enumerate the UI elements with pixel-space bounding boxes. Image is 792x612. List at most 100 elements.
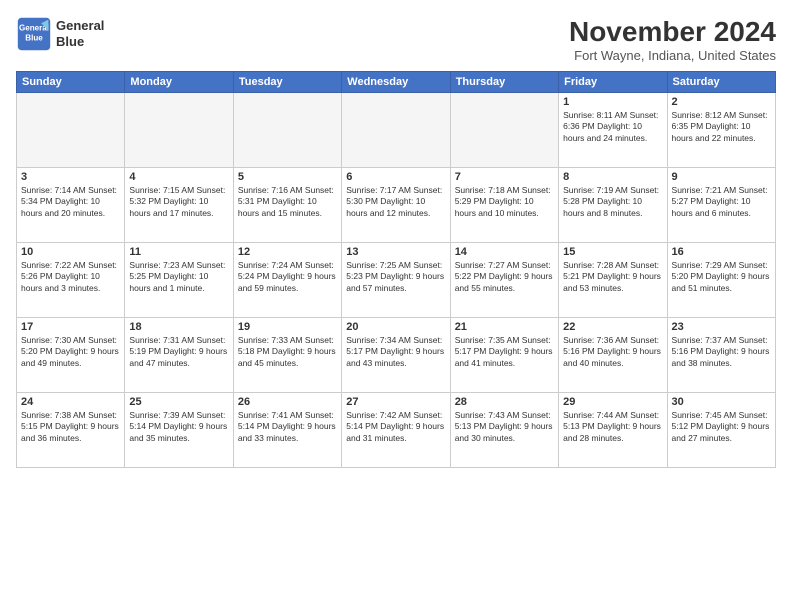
day-info: Sunrise: 7:37 AM Sunset: 5:16 PM Dayligh…	[672, 335, 771, 369]
calendar-cell: 12 Sunrise: 7:24 AM Sunset: 5:24 PM Dayli…	[233, 243, 341, 318]
day-number: 4	[129, 171, 228, 183]
calendar-cell: 17 Sunrise: 7:30 AM Sunset: 5:20 PM Dayli…	[17, 318, 125, 393]
svg-text:Blue: Blue	[25, 33, 43, 42]
calendar-cell: 6Sunrise: 7:17 AM Sunset: 5:30 PM Daylig…	[342, 168, 450, 243]
calendar-cell	[17, 93, 125, 168]
day-info: Sunrise: 7:34 AM Sunset: 5:17 PM Dayligh…	[346, 335, 445, 369]
calendar-cell: 16 Sunrise: 7:29 AM Sunset: 5:20 PM Dayli…	[667, 243, 775, 318]
day-number: 17	[21, 321, 120, 333]
day-number: 7	[455, 171, 554, 183]
calendar-body: 1 Sunrise: 8:11 AM Sunset: 6:36 PM Daylig…	[17, 93, 776, 468]
day-number: 29	[563, 396, 662, 408]
day-info: Sunrise: 7:14 AM Sunset: 5:34 PM Dayligh…	[21, 185, 120, 219]
weekday-tuesday: Tuesday	[233, 72, 341, 93]
calendar-cell: 8Sunrise: 7:19 AM Sunset: 5:28 PM Daylig…	[559, 168, 667, 243]
calendar-cell: 28 Sunrise: 7:43 AM Sunset: 5:13 PM Dayli…	[450, 393, 558, 468]
day-info: Sunrise: 7:25 AM Sunset: 5:23 PM Dayligh…	[346, 260, 445, 294]
calendar-cell: 23 Sunrise: 7:37 AM Sunset: 5:16 PM Dayli…	[667, 318, 775, 393]
day-info: Sunrise: 7:27 AM Sunset: 5:22 PM Dayligh…	[455, 260, 554, 294]
day-info: Sunrise: 7:29 AM Sunset: 5:20 PM Dayligh…	[672, 260, 771, 294]
week-row-3: 10 Sunrise: 7:22 AM Sunset: 5:26 PM Dayli…	[17, 243, 776, 318]
day-info: Sunrise: 8:11 AM Sunset: 6:36 PM Dayligh…	[563, 110, 662, 144]
calendar-cell: 11Sunrise: 7:23 AM Sunset: 5:25 PM Dayli…	[125, 243, 233, 318]
weekday-sunday: Sunday	[17, 72, 125, 93]
calendar-cell	[342, 93, 450, 168]
calendar-cell: 29Sunrise: 7:44 AM Sunset: 5:13 PM Dayli…	[559, 393, 667, 468]
calendar-cell: 7 Sunrise: 7:18 AM Sunset: 5:29 PM Daylig…	[450, 168, 558, 243]
day-info: Sunrise: 7:28 AM Sunset: 5:21 PM Dayligh…	[563, 260, 662, 294]
day-info: Sunrise: 7:33 AM Sunset: 5:18 PM Dayligh…	[238, 335, 337, 369]
calendar-cell	[233, 93, 341, 168]
calendar-cell: 18 Sunrise: 7:31 AM Sunset: 5:19 PM Dayli…	[125, 318, 233, 393]
weekday-wednesday: Wednesday	[342, 72, 450, 93]
day-info: Sunrise: 7:22 AM Sunset: 5:26 PM Dayligh…	[21, 260, 120, 294]
calendar-cell: 5 Sunrise: 7:16 AM Sunset: 5:31 PM Daylig…	[233, 168, 341, 243]
day-info: Sunrise: 7:18 AM Sunset: 5:29 PM Dayligh…	[455, 185, 554, 219]
location: Fort Wayne, Indiana, United States	[569, 48, 776, 63]
day-number: 15	[563, 246, 662, 258]
logo: General Blue General Blue	[16, 16, 104, 52]
day-number: 5	[238, 171, 337, 183]
day-number: 1	[563, 96, 662, 108]
title-block: November 2024 Fort Wayne, Indiana, Unite…	[569, 16, 776, 63]
day-info: Sunrise: 7:41 AM Sunset: 5:14 PM Dayligh…	[238, 410, 337, 444]
day-info: Sunrise: 7:23 AM Sunset: 5:25 PM Dayligh…	[129, 260, 228, 294]
calendar-cell: 10 Sunrise: 7:22 AM Sunset: 5:26 PM Dayli…	[17, 243, 125, 318]
day-info: Sunrise: 7:42 AM Sunset: 5:14 PM Dayligh…	[346, 410, 445, 444]
week-row-2: 3 Sunrise: 7:14 AM Sunset: 5:34 PM Daylig…	[17, 168, 776, 243]
day-number: 18	[129, 321, 228, 333]
day-number: 16	[672, 246, 771, 258]
day-number: 13	[346, 246, 445, 258]
day-info: Sunrise: 7:21 AM Sunset: 5:27 PM Dayligh…	[672, 185, 771, 219]
calendar-cell	[450, 93, 558, 168]
calendar-cell: 9 Sunrise: 7:21 AM Sunset: 5:27 PM Daylig…	[667, 168, 775, 243]
day-number: 25	[129, 396, 228, 408]
day-info: Sunrise: 7:43 AM Sunset: 5:13 PM Dayligh…	[455, 410, 554, 444]
day-number: 19	[238, 321, 337, 333]
calendar-cell: 3 Sunrise: 7:14 AM Sunset: 5:34 PM Daylig…	[17, 168, 125, 243]
day-info: Sunrise: 7:45 AM Sunset: 5:12 PM Dayligh…	[672, 410, 771, 444]
day-number: 27	[346, 396, 445, 408]
day-info: Sunrise: 7:39 AM Sunset: 5:14 PM Dayligh…	[129, 410, 228, 444]
calendar-cell: 25 Sunrise: 7:39 AM Sunset: 5:14 PM Dayli…	[125, 393, 233, 468]
calendar-cell: 20Sunrise: 7:34 AM Sunset: 5:17 PM Dayli…	[342, 318, 450, 393]
week-row-1: 1 Sunrise: 8:11 AM Sunset: 6:36 PM Daylig…	[17, 93, 776, 168]
day-number: 26	[238, 396, 337, 408]
day-number: 21	[455, 321, 554, 333]
calendar-cell: 15 Sunrise: 7:28 AM Sunset: 5:21 PM Dayli…	[559, 243, 667, 318]
day-number: 10	[21, 246, 120, 258]
day-info: Sunrise: 7:16 AM Sunset: 5:31 PM Dayligh…	[238, 185, 337, 219]
week-row-4: 17 Sunrise: 7:30 AM Sunset: 5:20 PM Dayli…	[17, 318, 776, 393]
day-info: Sunrise: 7:36 AM Sunset: 5:16 PM Dayligh…	[563, 335, 662, 369]
day-info: Sunrise: 7:35 AM Sunset: 5:17 PM Dayligh…	[455, 335, 554, 369]
day-info: Sunrise: 7:15 AM Sunset: 5:32 PM Dayligh…	[129, 185, 228, 219]
calendar-cell: 1 Sunrise: 8:11 AM Sunset: 6:36 PM Daylig…	[559, 93, 667, 168]
day-number: 23	[672, 321, 771, 333]
day-number: 28	[455, 396, 554, 408]
day-info: Sunrise: 7:31 AM Sunset: 5:19 PM Dayligh…	[129, 335, 228, 369]
calendar-cell: 13 Sunrise: 7:25 AM Sunset: 5:23 PM Dayli…	[342, 243, 450, 318]
calendar-cell: 4 Sunrise: 7:15 AM Sunset: 5:32 PM Daylig…	[125, 168, 233, 243]
header: General Blue General Blue November 2024 …	[16, 16, 776, 63]
day-info: Sunrise: 7:19 AM Sunset: 5:28 PM Dayligh…	[563, 185, 662, 219]
month-title: November 2024	[569, 16, 776, 48]
day-number: 3	[21, 171, 120, 183]
page: General Blue General Blue November 2024 …	[0, 0, 792, 612]
day-info: Sunrise: 7:30 AM Sunset: 5:20 PM Dayligh…	[21, 335, 120, 369]
weekday-monday: Monday	[125, 72, 233, 93]
calendar-cell: 24Sunrise: 7:38 AM Sunset: 5:15 PM Dayli…	[17, 393, 125, 468]
calendar-cell	[125, 93, 233, 168]
day-info: Sunrise: 8:12 AM Sunset: 6:35 PM Dayligh…	[672, 110, 771, 144]
day-info: Sunrise: 7:24 AM Sunset: 5:24 PM Dayligh…	[238, 260, 337, 294]
day-number: 12	[238, 246, 337, 258]
day-number: 30	[672, 396, 771, 408]
calendar-cell: 21 Sunrise: 7:35 AM Sunset: 5:17 PM Dayli…	[450, 318, 558, 393]
logo-text: General Blue	[56, 18, 104, 49]
day-number: 9	[672, 171, 771, 183]
calendar-cell: 27 Sunrise: 7:42 AM Sunset: 5:14 PM Dayli…	[342, 393, 450, 468]
weekday-friday: Friday	[559, 72, 667, 93]
weekday-header: SundayMondayTuesdayWednesdayThursdayFrid…	[17, 72, 776, 93]
day-number: 22	[563, 321, 662, 333]
calendar-cell: 2 Sunrise: 8:12 AM Sunset: 6:35 PM Daylig…	[667, 93, 775, 168]
day-number: 2	[672, 96, 771, 108]
